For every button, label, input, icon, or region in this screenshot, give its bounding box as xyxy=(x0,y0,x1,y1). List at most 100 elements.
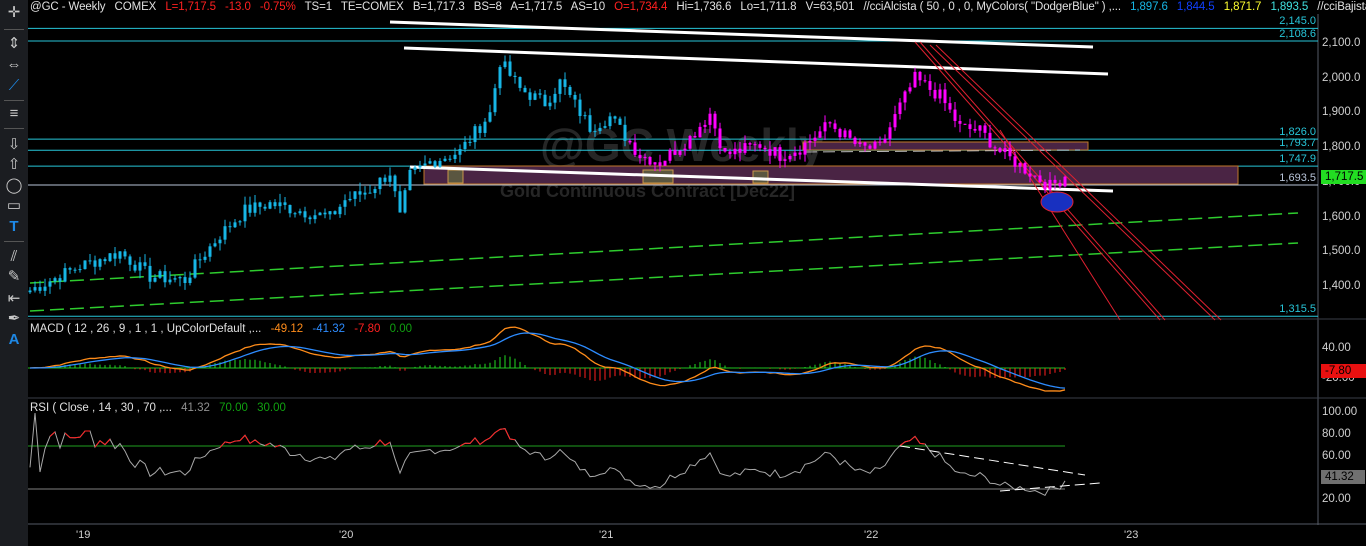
candle xyxy=(373,186,377,199)
candle xyxy=(613,115,617,124)
candle xyxy=(498,65,502,95)
rsi-axis-20: 20.00 xyxy=(1322,493,1351,505)
candle xyxy=(713,111,717,137)
candle xyxy=(723,147,727,153)
rsi-overbought-segment xyxy=(899,441,906,447)
x-axis-label-2023: '23 xyxy=(1124,529,1139,541)
candle xyxy=(943,82,947,111)
rsi-ob-value: 70.00 xyxy=(219,402,248,414)
candle xyxy=(583,111,587,120)
candle xyxy=(483,117,487,137)
rsi-overbought-segment xyxy=(49,431,56,437)
candle xyxy=(143,254,147,270)
candle xyxy=(298,208,302,216)
candle xyxy=(688,134,692,151)
candle xyxy=(293,211,297,218)
chart-canvas[interactable] xyxy=(0,0,1366,546)
candle xyxy=(423,155,427,167)
candle xyxy=(193,254,197,279)
rsi-tag: 41.32 xyxy=(1321,470,1365,484)
candle xyxy=(948,96,952,113)
level-label: 1,315.5 xyxy=(1279,303,1316,316)
candle xyxy=(488,104,492,123)
rsi-overbought-segment xyxy=(489,432,496,439)
zone-marker[interactable] xyxy=(447,169,464,184)
candle xyxy=(938,83,942,104)
candle xyxy=(383,174,387,185)
rsi-line xyxy=(29,412,1066,497)
price-axis-label: 2,100.0 xyxy=(1322,37,1361,49)
candle xyxy=(228,221,232,233)
rsi-overbought-segment xyxy=(494,428,501,434)
candle xyxy=(268,200,272,210)
macd-signal-value: -41.32 xyxy=(312,323,345,335)
candle xyxy=(648,156,652,166)
rsi-trendline[interactable] xyxy=(999,482,1101,492)
candle xyxy=(388,167,392,188)
rsi-overbought-segment xyxy=(484,437,491,442)
candle xyxy=(633,134,637,157)
candle xyxy=(573,91,577,108)
candle xyxy=(233,219,237,228)
candle xyxy=(793,146,797,161)
candle xyxy=(778,144,782,169)
rsi-overbought-segment xyxy=(104,438,111,445)
candle xyxy=(328,211,332,220)
highlight-ellipse[interactable] xyxy=(1040,191,1074,213)
trendline[interactable] xyxy=(389,20,1094,49)
candle xyxy=(363,186,367,200)
candle xyxy=(273,199,277,210)
candle xyxy=(823,115,827,140)
candle xyxy=(28,287,32,294)
candle xyxy=(158,269,162,279)
zone-marker[interactable] xyxy=(752,170,769,184)
candle xyxy=(928,74,932,97)
candle xyxy=(43,278,47,297)
candle xyxy=(773,147,777,159)
candle xyxy=(588,108,592,134)
resistance-zone[interactable] xyxy=(802,141,1089,151)
candle xyxy=(628,138,632,145)
rsi-trendline[interactable] xyxy=(899,445,1086,476)
price-axis-label: 1,600.0 xyxy=(1322,210,1361,223)
candle xyxy=(83,260,87,270)
candle xyxy=(763,145,767,152)
macd-tag: -7.80 xyxy=(1321,364,1366,378)
candle xyxy=(313,209,317,224)
rsi-overbought-segment xyxy=(904,440,911,443)
price-axis-label: 1,900.0 xyxy=(1322,106,1361,119)
candle xyxy=(118,251,122,264)
candle xyxy=(278,193,282,214)
rsi-overbought-segment xyxy=(384,441,391,446)
candle xyxy=(893,105,897,131)
candle xyxy=(818,126,822,139)
candle xyxy=(148,257,152,289)
candle xyxy=(478,123,482,139)
candle xyxy=(258,201,262,215)
candle xyxy=(308,215,312,225)
rsi-axis-60: 60.00 xyxy=(1322,450,1351,462)
candle xyxy=(678,150,682,157)
rsi-os-value: 30.00 xyxy=(257,402,286,414)
candle xyxy=(768,141,772,164)
candle xyxy=(553,87,557,110)
candle xyxy=(48,278,52,294)
candle xyxy=(283,197,287,210)
candle xyxy=(338,204,342,218)
candle xyxy=(508,55,512,77)
candle xyxy=(493,83,497,116)
candle xyxy=(253,194,257,217)
candle xyxy=(848,128,852,140)
candle xyxy=(883,134,887,144)
candle xyxy=(368,184,372,194)
candle xyxy=(1063,175,1067,188)
rsi-overbought-segment xyxy=(244,434,251,444)
candle xyxy=(168,271,172,285)
candle xyxy=(218,236,222,251)
candle xyxy=(533,90,537,101)
rsi-overbought-segment xyxy=(379,439,386,446)
candle xyxy=(458,144,462,163)
candle xyxy=(908,82,912,94)
price-axis-label: 1,500.0 xyxy=(1322,245,1361,258)
candle xyxy=(128,254,132,272)
